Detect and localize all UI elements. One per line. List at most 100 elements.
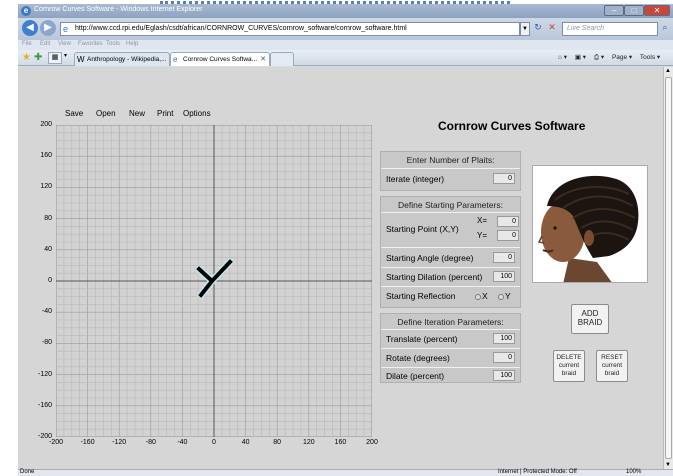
search-icon[interactable]: ⌕ (659, 22, 671, 36)
app-menu-options[interactable]: Options (183, 109, 211, 118)
window-title: Cornrow Curves Software - Windows Intern… (34, 6, 203, 13)
iteration-header: Define Iteration Parameters: (397, 317, 504, 327)
page-menu[interactable]: Page ▾ (612, 54, 632, 61)
divider (381, 286, 520, 287)
address-bar[interactable]: e http://www.ccd.rpi.edu/Eglash/csdt/afr… (60, 22, 520, 36)
tab-wikipedia[interactable]: W Anthropology - Wikipedia,... (74, 52, 170, 66)
tab-row: ★ ✚ ▦ ▾ W Anthropology - Wikipedia,... e… (18, 50, 673, 66)
menu-view[interactable]: View (58, 41, 71, 47)
reflection-x-option[interactable]: X (475, 291, 488, 301)
menu-tools[interactable]: Tools (106, 41, 120, 47)
dilate-input[interactable]: 100 (493, 370, 515, 381)
zoom-level[interactable]: 100% (626, 469, 641, 475)
app-content: Save Open New Print Options Cornrow Curv… (18, 67, 663, 469)
starting-parameters-panel: Define Starting Parameters: Starting Poi… (380, 196, 521, 308)
x-tick-label: -120 (112, 439, 127, 446)
search-input[interactable]: Live Search (562, 22, 658, 36)
vertical-scrollbar[interactable]: ▲ ▼ (663, 67, 673, 469)
ie-logo-icon: e (21, 6, 31, 16)
translate-input[interactable]: 100 (493, 333, 515, 344)
scroll-down-icon[interactable]: ▼ (665, 462, 671, 468)
back-button[interactable]: ◀ (22, 20, 38, 36)
print-icon[interactable]: ⎙ ▾ (594, 54, 604, 61)
divider (381, 212, 520, 213)
maximize-button[interactable]: □ (624, 5, 644, 16)
app-title: Cornrow Curves Software (438, 119, 586, 133)
start-y-input[interactable]: 0 (497, 230, 519, 241)
braid-graph-canvas[interactable] (56, 125, 372, 437)
divider (381, 168, 520, 169)
address-toolbar: ◀ ▶ e http://www.ccd.rpi.edu/Eglash/csdt… (18, 18, 673, 40)
divider (381, 367, 520, 368)
x-tick-label: -40 (177, 439, 188, 446)
reflection-y-label: Y (505, 291, 511, 301)
y-tick-label: -80 (41, 339, 52, 347)
rotate-input[interactable]: 0 (493, 352, 515, 363)
tab-list-dropdown-icon[interactable]: ▾ (64, 52, 67, 59)
menu-help[interactable]: Help (126, 41, 138, 47)
x-tick-label: 160 (334, 439, 347, 446)
security-zone[interactable]: Internet | Protected Mode: Off (498, 469, 577, 475)
divider (381, 348, 520, 349)
y-tick-label: -120 (37, 370, 52, 378)
start-x-input[interactable]: 0 (497, 216, 519, 227)
window-title-bar: e Cornrow Curves Software - Windows Inte… (18, 4, 673, 18)
forward-button[interactable]: ▶ (40, 20, 56, 36)
close-tab-icon[interactable]: ✕ (260, 55, 266, 63)
rotate-label: Rotate (degrees) (386, 353, 450, 363)
app-menu-save[interactable]: Save (65, 109, 83, 118)
radio-icon (498, 293, 504, 300)
iterate-input[interactable]: 0 (493, 173, 515, 184)
quick-tabs-icon[interactable]: ▦ (48, 52, 62, 64)
iteration-parameters-panel: Define Iteration Parameters: Translate (… (380, 313, 521, 383)
starting-point-row: Starting Point (X,Y) X= 0 Y= 0 (381, 215, 520, 245)
close-window-button[interactable]: ✕ (644, 5, 670, 16)
add-favorite-icon[interactable]: ✚ (34, 52, 42, 63)
refresh-icon[interactable]: ↻ (532, 22, 544, 36)
menu-favorites[interactable]: Favorites (78, 41, 103, 47)
starting-angle-label: Starting Angle (degree) (386, 253, 474, 263)
minimize-button[interactable]: – (604, 5, 624, 16)
iterate-label: Iterate (integer) (386, 174, 445, 184)
divider (381, 329, 520, 330)
reset-braid-button[interactable]: RESET current braid (596, 350, 628, 382)
home-icon[interactable]: ⌂ ▾ (558, 54, 567, 61)
app-menu-print[interactable]: Print (157, 109, 173, 118)
url-text: http://www.ccd.rpi.edu/Eglash/csdt/afric… (75, 25, 407, 32)
menu-edit[interactable]: Edit (40, 41, 50, 47)
ie-page-icon: e (173, 55, 178, 64)
starting-dilation-input[interactable]: 100 (493, 271, 515, 282)
delete-braid-button[interactable]: DELETE current braid (553, 350, 585, 382)
add-braid-button[interactable]: ADD BRAID (571, 304, 609, 334)
app-menu-open[interactable]: Open (96, 109, 116, 118)
starting-header: Define Starting Parameters: (398, 200, 503, 210)
dilate-label: Dilate (percent) (386, 371, 445, 381)
plaits-panel: Enter Number of Plaits: Iterate (integer… (380, 151, 521, 191)
y-tick-label: 200 (40, 121, 52, 128)
starting-point-label: Starting Point (X,Y) (386, 224, 459, 234)
address-dropdown-icon[interactable]: ▼ (520, 22, 530, 36)
y-tick-label: 0 (48, 277, 52, 284)
new-tab-button[interactable] (270, 52, 294, 66)
plaits-header: Enter Number of Plaits: (406, 155, 495, 165)
favorites-star-icon[interactable]: ★ (22, 52, 31, 63)
feeds-icon[interactable]: ▣ ▾ (575, 54, 586, 61)
y-tick-label: -160 (37, 401, 52, 409)
tools-menu[interactable]: Tools ▾ (640, 54, 660, 61)
tab-cornrow-curves[interactable]: e Cornrow Curves Softwa... ✕ (170, 52, 270, 66)
starting-angle-input[interactable]: 0 (493, 252, 515, 263)
tab-label: Anthropology - Wikipedia,... (87, 56, 167, 63)
cornrow-photo (532, 165, 648, 283)
scroll-thumb[interactable] (665, 77, 672, 459)
reflection-y-option[interactable]: Y (498, 291, 511, 301)
x-tick-label: 120 (302, 439, 315, 446)
app-menu-new[interactable]: New (129, 109, 145, 118)
radio-icon (475, 293, 481, 300)
x-tick-label: 0 (212, 439, 216, 446)
scroll-up-icon[interactable]: ▲ (665, 68, 671, 74)
menu-file[interactable]: File (22, 41, 32, 47)
divider (381, 247, 520, 248)
y-tick-label: 120 (40, 183, 52, 191)
stop-icon[interactable]: ✕ (546, 22, 558, 36)
x-tick-label: -160 (80, 439, 95, 446)
